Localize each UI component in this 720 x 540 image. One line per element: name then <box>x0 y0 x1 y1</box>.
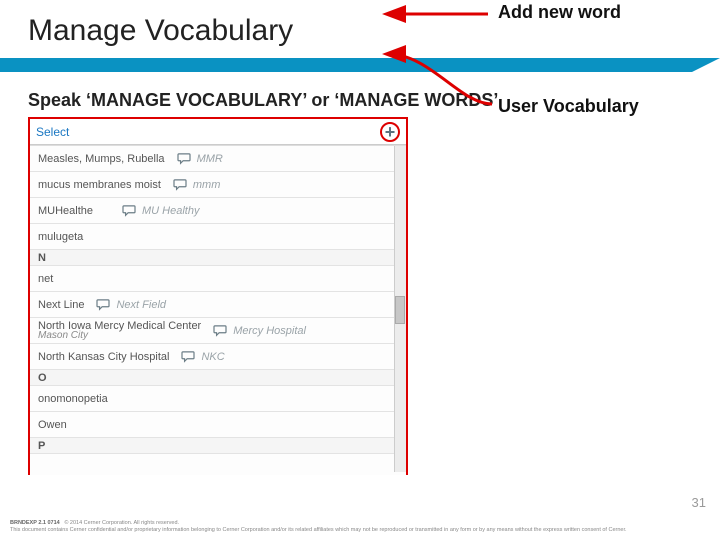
vocab-row[interactable]: Next Line Next Field <box>30 292 406 318</box>
vocab-row[interactable]: North Kansas City Hospital NKC <box>30 344 406 370</box>
vocab-term: N <box>38 252 46 264</box>
vocab-term: North Kansas City Hospital <box>38 351 169 363</box>
vocab-term: P <box>38 440 45 452</box>
spoken-form: mmm <box>193 179 221 191</box>
spoken-form: MU Healthy <box>142 205 199 217</box>
select-link[interactable]: Select <box>36 125 69 139</box>
vocab-row[interactable]: Owen <box>30 412 406 438</box>
spoken-form-icon <box>213 325 227 337</box>
spoken-form: Next Field <box>116 299 166 311</box>
vocab-term: onomonopetia <box>38 393 108 405</box>
spoken-form-icon <box>173 179 187 191</box>
vocab-row[interactable]: mulugeta <box>30 224 406 250</box>
arrow-user-vocab <box>380 14 500 114</box>
vocab-term: Next Line <box>38 299 84 311</box>
spoken-form-icon <box>122 205 136 217</box>
footer-code: BRNDEXP 2.1 0714 <box>10 520 60 526</box>
vocab-term: MUHealthe <box>38 205 93 217</box>
footer-copyright: © 2014 Cerner Corporation. All rights re… <box>64 520 179 526</box>
callout-user-vocab: User Vocabulary <box>498 96 639 117</box>
vocab-row[interactable]: mucus membranes moist mmm <box>30 172 406 198</box>
vocab-row[interactable]: Measles, Mumps, Rubella MMR <box>30 146 406 172</box>
vocab-term: Owen <box>38 419 67 431</box>
section-letter: N <box>30 250 406 266</box>
spoken-form: NKC <box>201 351 224 363</box>
spoken-form-icon <box>96 299 110 311</box>
vocab-term: O <box>38 372 47 384</box>
section-letter: P <box>30 438 406 454</box>
spoken-form-icon <box>177 153 191 165</box>
page-number: 31 <box>692 495 706 510</box>
section-letter: O <box>30 370 406 386</box>
vocab-row[interactable]: MUHealthe MU Healthy <box>30 198 406 224</box>
vocab-row[interactable]: onomonopetia <box>30 386 406 412</box>
vocab-term: net <box>38 273 53 285</box>
spoken-form-icon <box>181 351 195 363</box>
vocab-row[interactable]: net <box>30 266 406 292</box>
spoken-form: Mercy Hospital <box>233 325 306 337</box>
vocab-term: Measles, Mumps, Rubella <box>38 153 165 165</box>
footer-disclaimer: This document contains Cerner confidenti… <box>10 527 627 533</box>
vocab-term: mucus membranes moist <box>38 179 161 191</box>
vocab-term: mulugeta <box>38 231 83 243</box>
spoken-form: MMR <box>197 153 223 165</box>
callout-add-word: Add new word <box>498 2 621 23</box>
vocab-row[interactable]: North Iowa Mercy Medical CenterMason Cit… <box>30 318 406 344</box>
app-screenshot: Select + Measles, Mumps, RubellaMMRmucus… <box>28 117 408 475</box>
footer: BRNDEXP 2.1 0714 © 2014 Cerner Corporati… <box>10 520 710 534</box>
